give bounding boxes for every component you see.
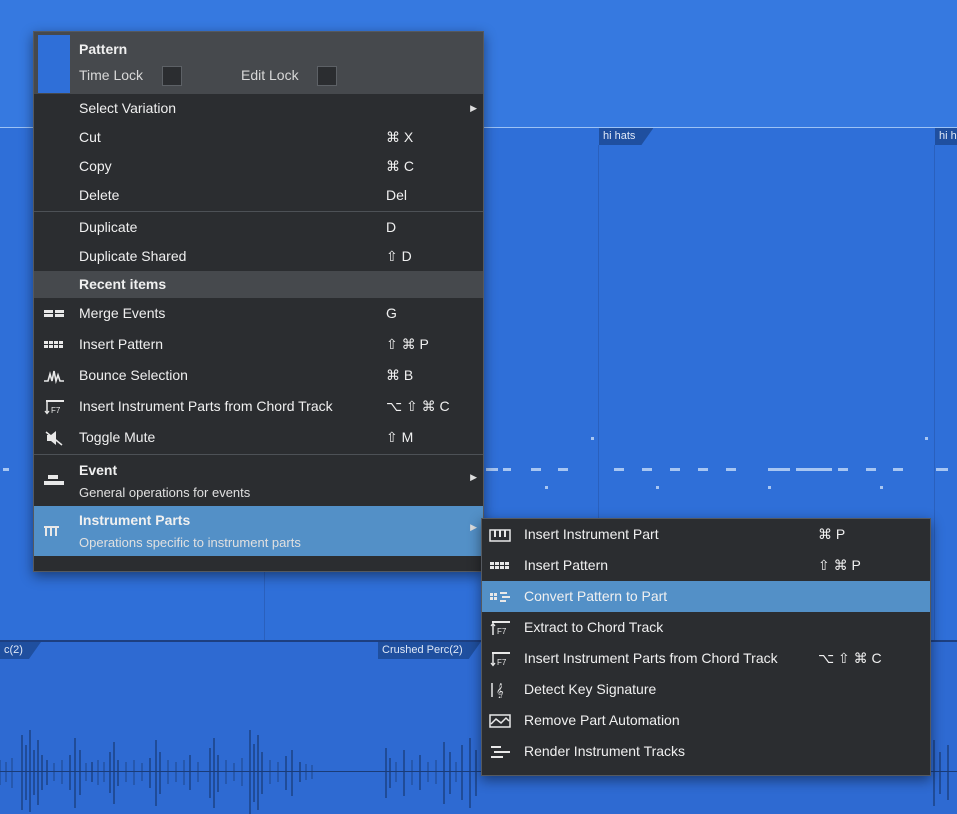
menu-item-label: Insert Instrument Parts from Chord Track — [79, 398, 333, 414]
menu-item-insert-parts-from-chord-track[interactable]: F7 Insert Instrument Parts from Chord Tr… — [34, 391, 483, 422]
mute-icon — [45, 431, 63, 446]
submenu-item-label: Insert Pattern — [524, 557, 609, 573]
submenu-item-label: Detect Key Signature — [524, 681, 657, 697]
menu-title: Pattern — [79, 41, 128, 57]
time-lock-label: Time Lock — [79, 67, 144, 83]
submenu-item-label: Render Instrument Tracks — [524, 743, 686, 759]
event-boundary — [264, 570, 265, 640]
submenu-arrow-icon: ▶ — [470, 472, 477, 482]
submenu-item-insert-pattern[interactable]: Insert Pattern ⇧ ⌘ P — [482, 550, 930, 581]
submenu-item-label: Remove Part Automation — [524, 712, 680, 728]
recent-items-header: Recent items — [34, 271, 483, 298]
submenu-item-render-instrument-tracks[interactable]: Render Instrument Tracks — [482, 736, 930, 767]
menu-item-label: Duplicate — [79, 219, 138, 235]
context-menu: Pattern Time Lock Edit Lock Select Varia… — [33, 31, 484, 572]
instrument-parts-submenu: Insert Instrument Part ⌘ P Insert Patter… — [481, 518, 931, 776]
key-signature-icon: 𝄞 — [491, 683, 504, 698]
event-color-swatch[interactable] — [38, 35, 70, 93]
menu-item-shortcut: D — [386, 219, 397, 235]
event-label-crushed-perc[interactable]: Crushed Perc(2) — [378, 642, 481, 659]
menu-item-label: Toggle Mute — [79, 429, 156, 445]
edit-lock-label: Edit Lock — [241, 67, 299, 83]
submenu-item-extract-to-chord-track[interactable]: F7 Extract to Chord Track — [482, 612, 930, 643]
event-label-hi-hats-2[interactable]: hi hats — [935, 128, 957, 145]
event-icon — [44, 475, 64, 485]
menu-item-label: Merge Events — [79, 305, 166, 321]
menu-item-shortcut: ⇧ D — [386, 248, 412, 264]
piano-keys-icon — [489, 529, 511, 542]
instrument-parts-icon — [44, 526, 59, 536]
submenu-item-shortcut: ⌥ ⇧ ⌘ C — [818, 650, 882, 666]
submenu-item-convert-pattern-to-part[interactable]: Convert Pattern to Part — [482, 581, 930, 612]
menu-item-shortcut: ⌘ X — [386, 129, 414, 145]
submenu-item-remove-part-automation[interactable]: Remove Part Automation — [482, 705, 930, 736]
menu-group-title: Event — [79, 462, 118, 478]
menu-group-title: Instrument Parts — [79, 512, 191, 528]
section-label: Recent items — [79, 276, 167, 292]
svg-text:F7: F7 — [497, 658, 507, 667]
chord-track-icon: F7 — [490, 652, 510, 667]
submenu-arrow-icon: ▶ — [470, 103, 477, 113]
submenu-item-insert-instrument-part[interactable]: Insert Instrument Part ⌘ P — [482, 519, 930, 550]
pattern-icon — [44, 341, 63, 348]
submenu-arrow-icon: ▶ — [470, 522, 477, 532]
menu-item-label: Cut — [79, 129, 101, 145]
menu-item-insert-pattern[interactable]: Insert Pattern ⇧ ⌘ P — [34, 329, 483, 360]
chord-track-icon: F7 — [44, 400, 64, 415]
menu-item-label: Insert Pattern — [79, 336, 164, 352]
menu-item-label: Bounce Selection — [79, 367, 188, 383]
menu-item-label: Select Variation — [79, 100, 177, 116]
menu-item-shortcut: ⌘ B — [386, 367, 414, 383]
merge-events-icon — [44, 310, 64, 317]
time-lock-checkbox[interactable] — [162, 66, 182, 86]
menu-item-shortcut: ⌘ C — [386, 158, 414, 174]
menu-item-select-variation[interactable]: Select Variation ▶ — [34, 94, 483, 123]
submenu-item-label: Insert Instrument Parts from Chord Track — [524, 650, 778, 666]
svg-text:𝄞: 𝄞 — [496, 684, 504, 698]
menu-item-label: Delete — [79, 187, 120, 203]
menu-divider — [34, 454, 483, 455]
svg-text:F7: F7 — [497, 627, 507, 636]
menu-group-subtitle: General operations for events — [79, 485, 251, 500]
submenu-item-label: Extract to Chord Track — [524, 619, 664, 635]
menu-item-duplicate-shared[interactable]: Duplicate Shared ⇧ D — [34, 242, 483, 271]
submenu-item-shortcut: ⌘ P — [818, 526, 846, 542]
menu-divider — [34, 211, 483, 212]
event-boundary — [934, 145, 935, 640]
menu-item-label: Duplicate Shared — [79, 248, 187, 264]
menu-item-delete[interactable]: Delete Del — [34, 181, 483, 210]
menu-item-shortcut: ⌥ ⇧ ⌘ C — [386, 398, 450, 414]
menu-item-shortcut: G — [386, 305, 397, 321]
menu-group-instrument-parts[interactable]: Instrument Parts Operations specific to … — [34, 506, 483, 556]
extract-chord-icon: F7 — [490, 621, 510, 636]
submenu-item-label: Convert Pattern to Part — [524, 588, 668, 604]
bounce-icon — [44, 370, 64, 384]
menu-item-label: Copy — [79, 158, 112, 174]
submenu-item-insert-parts-from-chord-track[interactable]: F7 Insert Instrument Parts from Chord Tr… — [482, 643, 930, 674]
pattern-icon — [490, 562, 509, 569]
render-tracks-icon — [491, 746, 510, 758]
menu-header: Pattern Time Lock Edit Lock — [34, 32, 483, 94]
svg-text:F7: F7 — [51, 406, 61, 415]
convert-pattern-icon — [490, 592, 510, 602]
menu-group-event[interactable]: Event General operations for events ▶ — [34, 456, 483, 506]
menu-item-shortcut: ⇧ M — [386, 429, 414, 445]
submenu-item-shortcut: ⇧ ⌘ P — [818, 557, 861, 573]
menu-group-subtitle: Operations specific to instrument parts — [79, 535, 301, 550]
submenu-item-label: Insert Instrument Part — [524, 526, 659, 542]
menu-item-cut[interactable]: Cut ⌘ X — [34, 123, 483, 152]
menu-item-toggle-mute[interactable]: Toggle Mute ⇧ M — [34, 422, 483, 453]
menu-item-copy[interactable]: Copy ⌘ C — [34, 152, 483, 181]
menu-item-shortcut: Del — [386, 187, 408, 203]
automation-icon — [489, 714, 511, 728]
edit-lock-checkbox[interactable] — [317, 66, 337, 86]
menu-item-bounce-selection[interactable]: Bounce Selection ⌘ B — [34, 360, 483, 391]
menu-item-duplicate[interactable]: Duplicate D — [34, 213, 483, 242]
submenu-item-detect-key-signature[interactable]: 𝄞 Detect Key Signature — [482, 674, 930, 705]
menu-item-shortcut: ⇧ ⌘ P — [386, 336, 429, 352]
menu-item-merge-events[interactable]: Merge Events G — [34, 298, 483, 329]
